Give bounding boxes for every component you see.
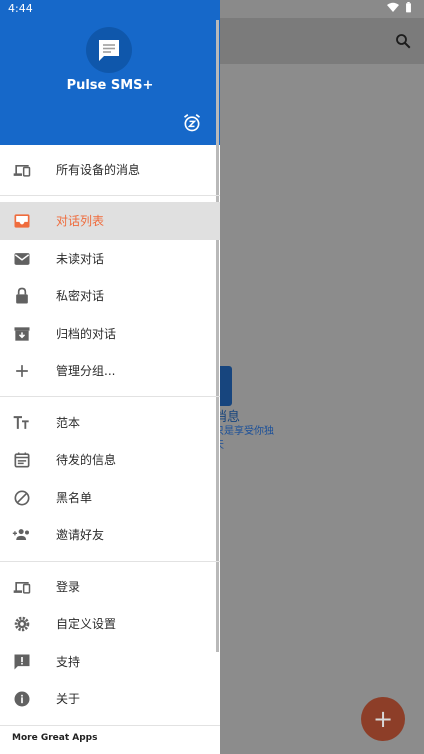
drawer-item-label: 关于	[56, 692, 81, 706]
gear-icon	[14, 616, 30, 632]
empty-state-subtitle: 只是享受你独 天	[214, 425, 274, 453]
compose-fab[interactable]: +	[361, 697, 405, 741]
block-icon	[14, 490, 30, 506]
drawer-item-private[interactable]: 私密对话	[0, 277, 220, 315]
snooze-alarm-icon[interactable]	[182, 113, 202, 133]
add-people-icon	[12, 529, 30, 540]
drawer-item-label: 自定义设置	[56, 617, 117, 631]
drawer-item-login[interactable]: 登录	[0, 568, 220, 606]
inbox-icon	[14, 214, 30, 228]
empty-state-subtitle-line-2: 天	[214, 439, 274, 453]
more-apps-link[interactable]: More Great Apps	[12, 733, 97, 743]
drawer-item-label: 黑名单	[56, 491, 93, 505]
plus-icon	[16, 365, 28, 377]
drawer-header: Pulse SMS+	[0, 0, 220, 145]
drawer-item-archived[interactable]: 归档的对话	[0, 315, 220, 353]
drawer-item-conversations[interactable]: 对话列表	[0, 202, 220, 240]
drawer-item-scheduled[interactable]: 待发的信息	[0, 441, 220, 479]
drawer-item-manage-folders[interactable]: 管理分组...	[0, 352, 220, 390]
drawer-item-invite[interactable]: 邀请好友	[0, 516, 220, 554]
status-bar: 4:44	[0, 0, 424, 18]
drawer-item-unread[interactable]: 未读对话	[0, 240, 220, 278]
drawer-divider	[0, 396, 220, 397]
chat-bubble-icon	[99, 40, 119, 61]
drawer-item-label: 未读对话	[56, 252, 105, 266]
drawer-item-settings[interactable]: 自定义设置	[0, 605, 220, 643]
drawer-item-about[interactable]: 关于	[0, 680, 220, 718]
drawer-item-label: 归档的对话	[56, 327, 117, 341]
info-icon	[14, 691, 30, 707]
drawer-divider	[0, 195, 220, 196]
drawer-item-label: 待发的信息	[56, 453, 117, 467]
feedback-icon	[14, 654, 30, 670]
drawer-item-label: 对话列表	[56, 214, 105, 228]
devices-icon	[13, 165, 31, 177]
drawer-divider	[0, 561, 220, 562]
drawer-item-label: 邀请好友	[56, 528, 105, 542]
drawer-item-label: 管理分组...	[56, 364, 116, 378]
archive-icon	[14, 327, 30, 341]
drawer-item-support[interactable]: 支持	[0, 643, 220, 681]
drawer-item-label: 登录	[56, 580, 81, 594]
lock-icon	[16, 287, 28, 304]
drawer-item-label: 所有设备的消息	[56, 163, 141, 177]
drawer-divider	[0, 725, 220, 726]
wifi-icon	[387, 2, 399, 12]
drawer-item-templates[interactable]: 范本	[0, 404, 220, 442]
text-format-icon	[13, 416, 29, 429]
drawer-item-blacklist[interactable]: 黑名单	[0, 479, 220, 517]
status-time: 4:44	[8, 2, 33, 15]
navigation-drawer: Pulse SMS+ 所有设备的消息 对话列表 未读对话 私密对话 归档的对话 …	[0, 0, 220, 754]
calendar-icon	[14, 452, 30, 468]
empty-state-subtitle-line-1: 只是享受你独	[214, 426, 274, 437]
drawer-item-label: 支持	[56, 655, 81, 669]
app-logo	[86, 27, 132, 73]
drawer-item-label: 范本	[56, 416, 81, 430]
battery-icon	[406, 2, 411, 13]
drawer-item-label: 私密对话	[56, 289, 105, 303]
search-icon[interactable]	[394, 32, 412, 50]
app-name: Pulse SMS+	[66, 78, 154, 93]
drawer-item-all-devices[interactable]: 所有设备的消息	[0, 151, 220, 189]
devices-icon	[13, 582, 31, 594]
mail-icon	[14, 253, 30, 265]
